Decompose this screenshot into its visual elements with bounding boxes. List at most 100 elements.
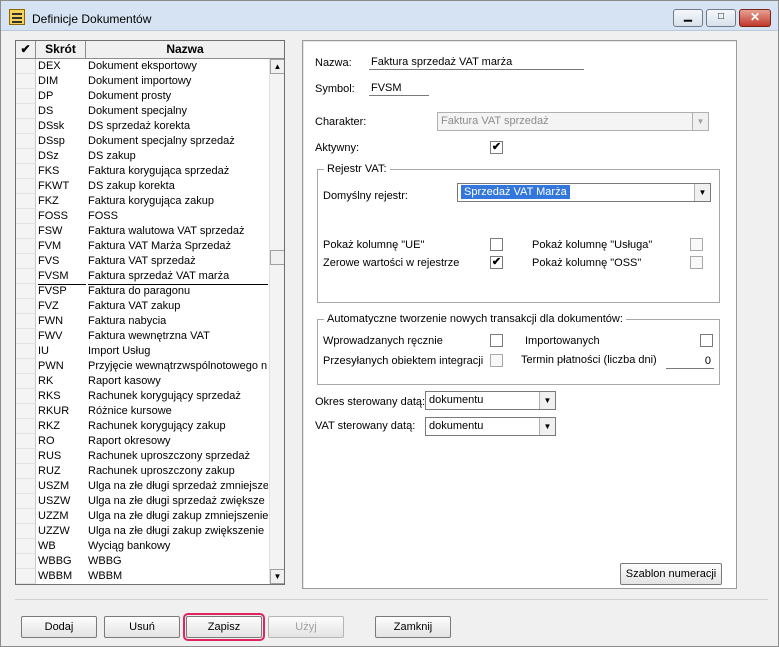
row-checkbox[interactable] (16, 569, 36, 584)
dodaj-button[interactable]: Dodaj (21, 616, 97, 638)
header-checkmark-icon[interactable]: ✔ (16, 41, 36, 58)
okres-select[interactable]: dokumentu ▼ (425, 391, 556, 410)
row-checkbox[interactable] (16, 464, 36, 479)
row-checkbox[interactable] (16, 479, 36, 494)
row-checkbox[interactable] (16, 179, 36, 194)
row-checkbox[interactable] (16, 359, 36, 374)
row-checkbox[interactable] (16, 254, 36, 269)
list-item[interactable]: UZZM Ulga na złe długi zakup zmniejszenie (16, 509, 269, 524)
header-skrot[interactable]: Skrót (36, 41, 86, 58)
row-checkbox[interactable] (16, 434, 36, 449)
list-item[interactable]: DSsp Dokument specjalny sprzedaż (16, 134, 269, 149)
scroll-down-icon[interactable]: ▼ (270, 569, 284, 584)
row-checkbox[interactable] (16, 419, 36, 434)
row-checkbox[interactable] (16, 164, 36, 179)
list-item[interactable]: UZZW Ulga na złe długi zakup zwiększenie (16, 524, 269, 539)
aktywny-checkbox[interactable]: ✔ (490, 141, 503, 154)
list-item[interactable]: FVSP Faktura do paragonu (16, 284, 269, 299)
usun-button[interactable]: Usuń (104, 616, 180, 638)
row-checkbox[interactable] (16, 74, 36, 89)
list-item[interactable]: DSz DS zakup (16, 149, 269, 164)
przesylanych-checkbox[interactable] (490, 354, 503, 367)
row-checkbox[interactable] (16, 119, 36, 134)
row-checkbox[interactable] (16, 509, 36, 524)
list-item[interactable]: WBBG WBBG (16, 554, 269, 569)
pokaz-oss-checkbox[interactable] (690, 256, 703, 269)
list-item[interactable]: WBBM WBBM (16, 569, 269, 584)
termin-field[interactable]: 0 (666, 354, 714, 369)
list-item[interactable]: RO Raport okresowy (16, 434, 269, 449)
row-checkbox[interactable] (16, 284, 36, 299)
list-item[interactable]: FWV Faktura wewnętrzna VAT (16, 329, 269, 344)
importowanych-checkbox[interactable] (700, 334, 713, 347)
row-checkbox[interactable] (16, 449, 36, 464)
minimize-button[interactable]: ▁ (673, 9, 703, 27)
list-item[interactable]: DS Dokument specjalny (16, 104, 269, 119)
pokaz-usluga-checkbox[interactable] (690, 238, 703, 251)
list-item[interactable]: RK Raport kasowy (16, 374, 269, 389)
row-checkbox[interactable] (16, 554, 36, 569)
list-item[interactable]: FKS Faktura korygująca sprzedaż (16, 164, 269, 179)
row-checkbox[interactable] (16, 344, 36, 359)
zerowe-checkbox[interactable]: ✔ (490, 256, 503, 269)
row-checkbox[interactable] (16, 89, 36, 104)
symbol-field[interactable]: FVSM (369, 81, 429, 96)
row-checkbox[interactable] (16, 269, 36, 284)
row-checkbox[interactable] (16, 299, 36, 314)
list-item[interactable]: RKUR Różnice kursowe (16, 404, 269, 419)
row-checkbox[interactable] (16, 239, 36, 254)
szablon-numeracji-button[interactable]: Szablon numeracji (620, 563, 722, 585)
list-item[interactable]: DIM Dokument importowy (16, 74, 269, 89)
list-item[interactable]: RKS Rachunek korygujący sprzedaż (16, 389, 269, 404)
row-checkbox[interactable] (16, 329, 36, 344)
scroll-up-icon[interactable]: ▲ (270, 59, 284, 74)
list-item[interactable]: USZW Ulga na złe długi sprzedaż zwiększe (16, 494, 269, 509)
maximize-button[interactable]: □ (706, 9, 736, 27)
list-item[interactable]: DEX Dokument eksportowy (16, 59, 269, 74)
row-checkbox[interactable] (16, 494, 36, 509)
list-item[interactable]: WB Wyciąg bankowy (16, 539, 269, 554)
list-item[interactable]: FWN Faktura nabycia (16, 314, 269, 329)
list-item[interactable]: DSsk DS sprzedaż korekta (16, 119, 269, 134)
row-checkbox[interactable] (16, 374, 36, 389)
list-item[interactable]: DP Dokument prosty (16, 89, 269, 104)
row-checkbox[interactable] (16, 59, 36, 74)
row-checkbox[interactable] (16, 224, 36, 239)
nazwa-field[interactable]: Faktura sprzedaż VAT marża (369, 55, 584, 70)
row-checkbox[interactable] (16, 194, 36, 209)
list-item[interactable]: FOSS FOSS (16, 209, 269, 224)
row-checkbox[interactable] (16, 104, 36, 119)
list-item[interactable]: RUS Rachunek uproszczony sprzedaż (16, 449, 269, 464)
row-checkbox[interactable] (16, 134, 36, 149)
close-button[interactable]: ✕ (739, 9, 771, 27)
list-item[interactable]: FVS Faktura VAT sprzedaż (16, 254, 269, 269)
row-checkbox[interactable] (16, 539, 36, 554)
list-item[interactable]: FVZ Faktura VAT zakup (16, 299, 269, 314)
list-item[interactable]: IU Import Usług (16, 344, 269, 359)
document-list[interactable]: ✔ Skrót Nazwa DEX Dokument eksportowy DIM D… (15, 40, 285, 585)
zapisz-button[interactable]: Zapisz (183, 613, 265, 641)
wprowadzanych-checkbox[interactable] (490, 334, 503, 347)
list-item[interactable]: FSW Faktura walutowa VAT sprzedaż (16, 224, 269, 239)
list-scrollbar[interactable]: ▲ ▼ (269, 59, 284, 584)
list-item[interactable]: FVSM Faktura sprzedaż VAT marża (16, 269, 269, 285)
list-item[interactable]: FKZ Faktura korygująca zakup (16, 194, 269, 209)
scroll-thumb[interactable] (270, 250, 284, 265)
vat-select[interactable]: dokumentu ▼ (425, 417, 556, 436)
list-item[interactable]: PWN Przyjęcie wewnątrzwspólnotowego n (16, 359, 269, 374)
row-checkbox[interactable] (16, 404, 36, 419)
list-item[interactable]: RKZ Rachunek korygujący zakup (16, 419, 269, 434)
row-checkbox[interactable] (16, 149, 36, 164)
domyslny-rejestr-select[interactable]: Sprzedaż VAT Marża ▼ (457, 183, 711, 202)
row-checkbox[interactable] (16, 209, 36, 224)
row-checkbox[interactable] (16, 524, 36, 539)
row-checkbox[interactable] (16, 389, 36, 404)
list-item[interactable]: RUZ Rachunek uproszczony zakup (16, 464, 269, 479)
zamknij-button[interactable]: Zamknij (375, 616, 451, 638)
list-item[interactable]: FKWT DS zakup korekta (16, 179, 269, 194)
list-item[interactable]: FVM Faktura VAT Marża Sprzedaż (16, 239, 269, 254)
row-checkbox[interactable] (16, 314, 36, 329)
header-nazwa[interactable]: Nazwa (86, 41, 284, 58)
pokaz-ue-checkbox[interactable] (490, 238, 503, 251)
list-item[interactable]: USZM Ulga na złe długi sprzedaż zmniejsze (16, 479, 269, 494)
